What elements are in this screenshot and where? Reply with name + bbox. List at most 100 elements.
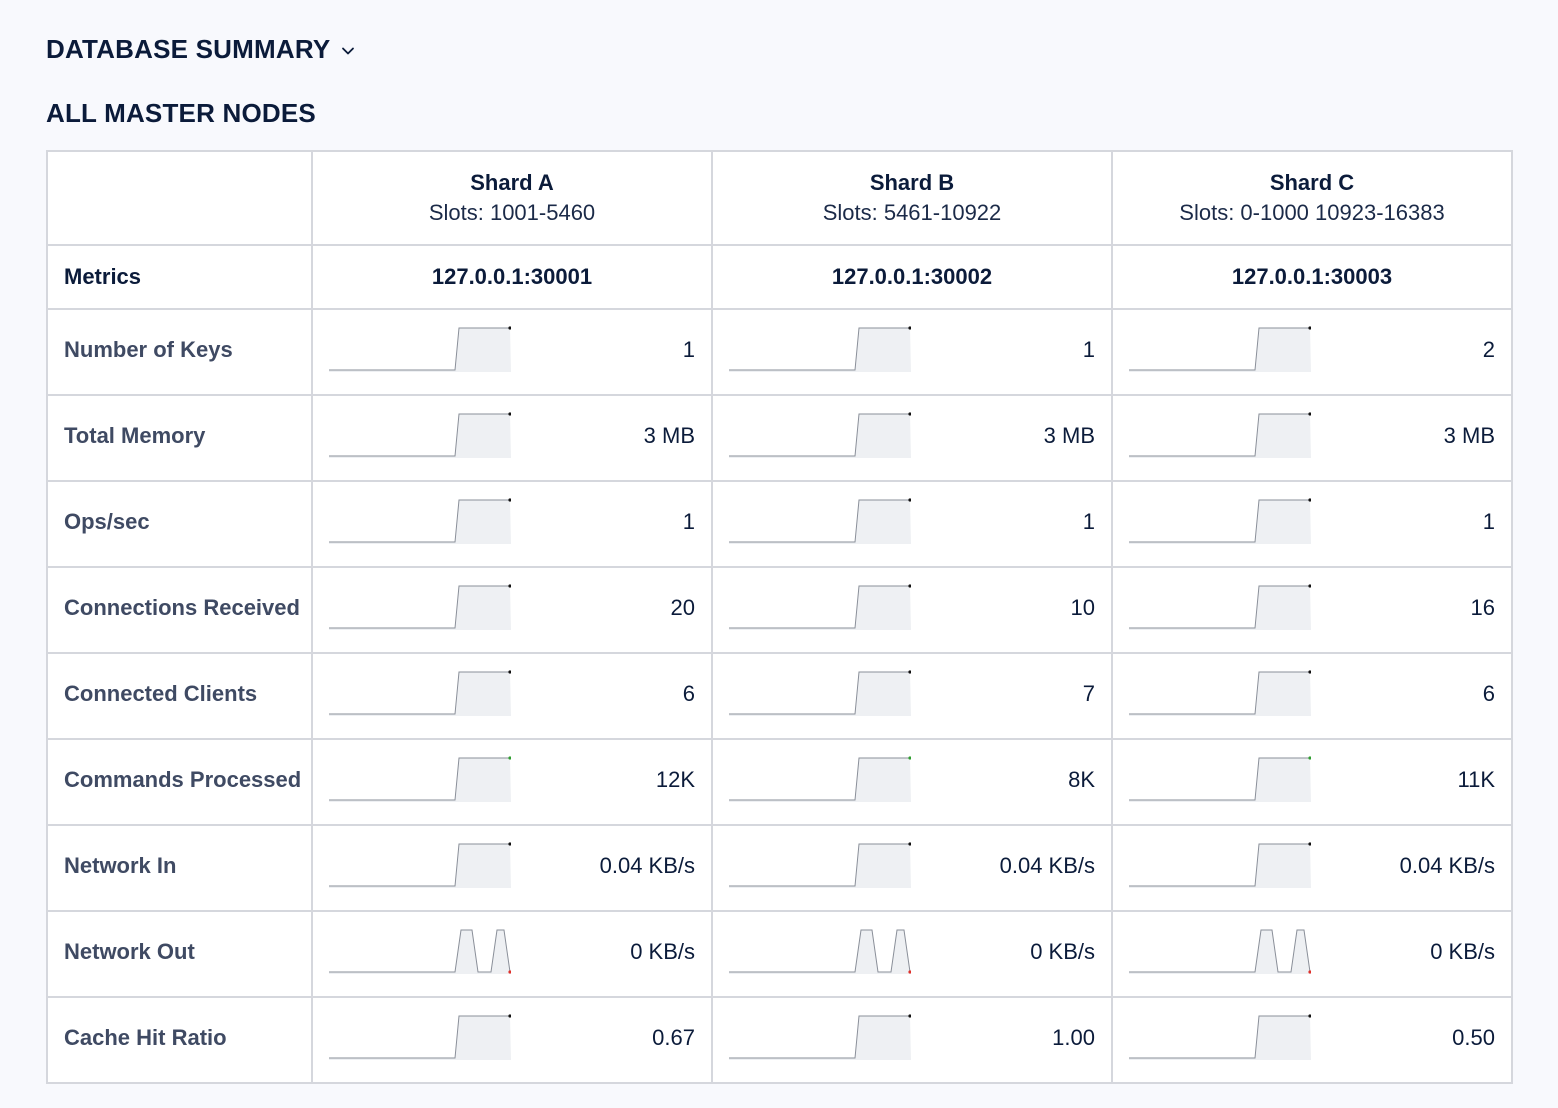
sparkline [729, 326, 911, 372]
sparkline-area [1129, 414, 1311, 458]
shard-name: Shard B [869, 170, 955, 195]
metric-name: Network Out [46, 910, 313, 998]
sparkline-area [1129, 672, 1311, 716]
shard-name: Shard A [470, 170, 554, 195]
sparkline-area [1129, 844, 1311, 888]
metric-name: Cache Hit Ratio [46, 996, 313, 1084]
metric-value: 2 [1482, 337, 1495, 362]
metric-value: 1 [682, 337, 695, 362]
sparkline-area [329, 672, 511, 716]
metric-cell: 0 KB/s [311, 910, 713, 998]
sparkline [329, 842, 511, 888]
sparkline [729, 1014, 911, 1060]
sparkline-area [729, 844, 911, 888]
metric-value: 1 [1082, 337, 1095, 362]
metric-value: 1 [1082, 509, 1095, 534]
sparkline [729, 842, 911, 888]
metric-value: 0 KB/s [1430, 939, 1495, 964]
metric-value: 7 [1082, 681, 1095, 706]
metric-cell: 3 MB [1111, 394, 1513, 482]
sparkline [1129, 842, 1311, 888]
sparkline-area [329, 758, 511, 802]
sparkline [329, 1014, 511, 1060]
node-address: 127.0.0.1:30001 [311, 244, 713, 310]
sparkline [1129, 929, 1311, 974]
metric-name: Network In [46, 824, 313, 912]
metric-value: 1 [1482, 509, 1495, 534]
metric-cell: 3 MB [311, 394, 713, 482]
sparkline [1129, 1014, 1311, 1060]
address-row: Metrics 127.0.0.1:30001 127.0.0.1:30002 … [46, 244, 1513, 310]
sparkline [329, 756, 511, 802]
sparkline-line [329, 929, 511, 973]
metric-value: 3 MB [1043, 423, 1095, 448]
metric-cell: 0.50 [1111, 996, 1513, 1084]
metric-row: Network Out 0 KB/s 0 KB/s 0 KB/s [46, 910, 1513, 998]
sparkline [1129, 756, 1311, 802]
chevron-down-icon [342, 47, 355, 54]
metric-row: Ops/sec 1 1 1 [46, 480, 1513, 568]
metric-value: 0.50 [1452, 1025, 1495, 1050]
metric-row: Network In 0.04 KB/s 0.04 KB/s 0.04 KB/s [46, 824, 1513, 912]
metric-value: 0 KB/s [630, 939, 695, 964]
metric-value: 1.00 [1052, 1025, 1095, 1050]
metric-value: 0.04 KB/s [599, 853, 695, 878]
metric-cell: 0.04 KB/s [711, 824, 1113, 912]
shard-header: Shard A Slots: 1001-5460 [311, 150, 713, 246]
sparkline-area [329, 414, 511, 458]
metric-row: Connected Clients 6 7 6 [46, 652, 1513, 740]
sparkline-area [729, 500, 911, 544]
database-summary-toggle[interactable]: DATABASE SUMMARY [46, 34, 356, 65]
sparkline-area [1129, 1016, 1311, 1060]
sparkline-line [1129, 929, 1311, 973]
metric-cell: 0.67 [311, 996, 713, 1084]
sparkline-area [329, 586, 511, 630]
metrics-label: Metrics [46, 244, 313, 310]
sparkline-area [329, 930, 511, 974]
sparkline [729, 670, 911, 716]
metric-cell: 1 [311, 308, 713, 396]
sparkline-area [729, 672, 911, 716]
metric-value: 6 [1482, 681, 1495, 706]
metric-value: 20 [670, 595, 695, 620]
sparkline [329, 412, 511, 458]
sparkline [1129, 412, 1311, 458]
metric-cell: 0.04 KB/s [311, 824, 713, 912]
sparkline-area [329, 1016, 511, 1060]
shard-name: Shard C [1269, 170, 1355, 195]
sparkline-area [729, 586, 911, 630]
sparkline-area [1129, 328, 1311, 372]
master-nodes-table: Shard A Slots: 1001-5460 Shard B Slots: … [46, 150, 1513, 1084]
metric-value: 0.67 [652, 1025, 695, 1050]
sparkline [729, 498, 911, 544]
metric-value: 0.04 KB/s [999, 853, 1095, 878]
sparkline [1129, 326, 1311, 372]
sparkline [729, 756, 911, 802]
node-address: 127.0.0.1:30003 [1111, 244, 1513, 310]
metric-value: 1 [682, 509, 695, 534]
metric-cell: 0.04 KB/s [1111, 824, 1513, 912]
sparkline [729, 412, 911, 458]
sparkline-area [729, 328, 911, 372]
sparkline [1129, 670, 1311, 716]
metric-value: 16 [1470, 595, 1495, 620]
metric-cell: 3 MB [711, 394, 1113, 482]
metric-cell: 1 [1111, 480, 1513, 568]
sparkline [329, 584, 511, 630]
metric-name: Total Memory [46, 394, 313, 482]
sparkline [329, 670, 511, 716]
corner-cell [46, 150, 313, 246]
metric-cell: 1.00 [711, 996, 1113, 1084]
sparkline [329, 498, 511, 544]
sparkline [729, 929, 911, 974]
metric-row: Connections Received 20 10 16 [46, 566, 1513, 654]
metric-name: Ops/sec [46, 480, 313, 568]
sparkline-area [729, 414, 911, 458]
metric-name: Connected Clients [46, 652, 313, 740]
metric-cell: 1 [311, 480, 713, 568]
metric-cell: 7 [711, 652, 1113, 740]
metric-value: 8K [1068, 767, 1095, 792]
sparkline-area [329, 500, 511, 544]
shard-header: Shard C Slots: 0-1000 10923-16383 [1111, 150, 1513, 246]
sparkline [1129, 498, 1311, 544]
